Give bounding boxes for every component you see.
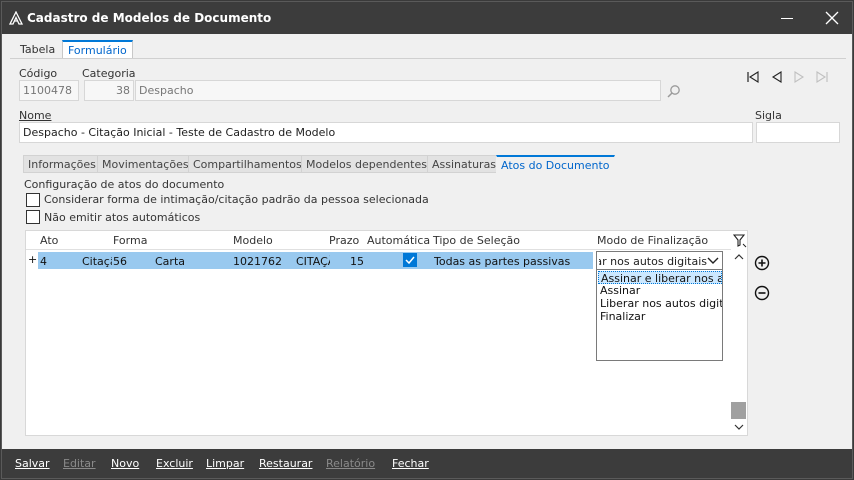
- checkbox-considerar-forma-label: Considerar forma de intimação/citação pa…: [44, 193, 429, 206]
- limpar-button[interactable]: Limpar: [206, 457, 244, 470]
- last-record-icon[interactable]: [814, 69, 830, 85]
- column-header-automatica[interactable]: Automática: [367, 234, 430, 247]
- relatorio-button[interactable]: Relatório: [326, 457, 375, 470]
- minus-circle-icon[interactable]: [754, 285, 770, 301]
- excluir-button[interactable]: Excluir: [156, 457, 193, 470]
- sigla-label: Sigla: [755, 109, 782, 122]
- cell-prazo: 15: [350, 255, 364, 268]
- atos-grid: Ato Forma Modelo Prazo Automática Tipo d…: [25, 230, 748, 436]
- cell-modelo-code: 1021762: [233, 255, 282, 268]
- plus-circle-icon[interactable]: [754, 255, 770, 271]
- checkmark-icon: [405, 256, 415, 265]
- nome-label: Nome: [19, 109, 52, 122]
- novo-button[interactable]: Novo: [111, 457, 139, 470]
- main-window: Cadastro de Modelos de Documento Tabela …: [1, 1, 853, 479]
- tab-compartilhamentos[interactable]: Compartilhamentos: [188, 155, 307, 173]
- minimize-button[interactable]: [766, 2, 810, 34]
- atos-section-title: Configuração de atos do documento: [24, 178, 225, 191]
- fechar-button[interactable]: Fechar: [392, 457, 429, 470]
- bottom-action-bar: Salvar Editar Novo Excluir Limpar Restau…: [2, 449, 852, 478]
- modo-finalizacao-dropdown: Assinar e liberar nos autos digitais Ass…: [596, 269, 723, 361]
- tab-tabela[interactable]: Tabela: [14, 40, 61, 59]
- table-row[interactable]: 4 Citação 56 Carta 1021762 CITAÇÃO 15 To…: [38, 252, 593, 269]
- dropdown-option[interactable]: Assinar e liberar nos autos digitais: [598, 271, 722, 284]
- codigo-label: Código: [19, 67, 58, 80]
- window-title: Cadastro de Modelos de Documento: [27, 11, 272, 25]
- checkbox-nao-emitir-atos-label: Não emitir atos automáticos: [44, 211, 201, 224]
- restaurar-button[interactable]: Restaurar: [259, 457, 312, 470]
- column-header-modelo[interactable]: Modelo: [233, 234, 273, 247]
- cell-automatica-checkbox[interactable]: [403, 253, 417, 267]
- column-header-ato[interactable]: Ato: [40, 234, 58, 247]
- next-record-icon[interactable]: [791, 69, 807, 85]
- column-header-prazo[interactable]: Prazo: [329, 234, 359, 247]
- grid-header: Ato Forma Modelo Prazo Automática Tipo d…: [26, 231, 731, 250]
- row-expand-marker[interactable]: +: [28, 253, 37, 266]
- cell-ato: 4: [40, 255, 47, 268]
- nome-field[interactable]: Despacho - Citação Inicial - Teste de Ca…: [19, 122, 753, 143]
- first-record-icon[interactable]: [745, 69, 761, 85]
- cell-ato-desc: Citação: [82, 255, 112, 268]
- categoria-name-field[interactable]: Despacho: [135, 80, 661, 101]
- salvar-button[interactable]: Salvar: [15, 457, 50, 470]
- tab-movimentacoes[interactable]: Movimentações: [97, 155, 194, 173]
- categoria-label: Categoria: [82, 67, 136, 80]
- checkbox-nao-emitir-atos[interactable]: [26, 210, 40, 224]
- cell-modelo-desc: CITAÇÃO: [296, 255, 330, 268]
- dropdown-option[interactable]: Finalizar: [598, 310, 722, 323]
- scroll-up-icon[interactable]: [734, 252, 744, 262]
- tab-assinaturas[interactable]: Assinaturas: [427, 155, 502, 173]
- column-header-tipo-selecao[interactable]: Tipo de Seleção: [433, 234, 520, 247]
- filter-icon[interactable]: [732, 233, 747, 249]
- modo-finalizacao-value: Assinar e liberar nos autos digitais: [599, 255, 707, 268]
- sigla-field[interactable]: [756, 122, 840, 143]
- column-header-modo-finalizacao[interactable]: Modo de Finalização: [597, 234, 708, 247]
- close-button[interactable]: [810, 2, 852, 34]
- cell-tipo-selecao: Todas as partes passivas: [434, 255, 571, 268]
- search-icon[interactable]: [666, 83, 682, 99]
- previous-record-icon[interactable]: [769, 69, 785, 85]
- grid-vertical-scrollbar[interactable]: [730, 250, 747, 435]
- dropdown-option[interactable]: Assinar: [598, 284, 722, 297]
- title-bar[interactable]: Cadastro de Modelos de Documento: [2, 2, 852, 34]
- editar-button[interactable]: Editar: [63, 457, 96, 470]
- close-icon: [825, 11, 839, 25]
- scrollbar-thumb[interactable]: [731, 402, 746, 419]
- modo-finalizacao-select[interactable]: Assinar e liberar nos autos digitais: [596, 251, 723, 270]
- codigo-field[interactable]: 1100478: [19, 80, 79, 101]
- scroll-down-icon[interactable]: [734, 422, 744, 432]
- cell-forma-code: 56: [113, 255, 127, 268]
- chevron-down-icon[interactable]: [707, 256, 719, 266]
- tab-atos-do-documento[interactable]: Atos do Documento: [496, 155, 615, 173]
- checkbox-considerar-forma[interactable]: [26, 193, 40, 207]
- app-logo-icon: [8, 10, 24, 25]
- tab-modelos-dependentes[interactable]: Modelos dependentes: [301, 155, 432, 173]
- tab-informacoes[interactable]: Informações: [23, 155, 101, 173]
- cell-forma-desc: Carta: [155, 255, 185, 268]
- dropdown-option[interactable]: Liberar nos autos digitais: [598, 297, 722, 310]
- tab-formulario[interactable]: Formulário: [62, 40, 133, 59]
- categoria-code-field[interactable]: 38: [84, 80, 134, 101]
- column-header-forma[interactable]: Forma: [113, 234, 147, 247]
